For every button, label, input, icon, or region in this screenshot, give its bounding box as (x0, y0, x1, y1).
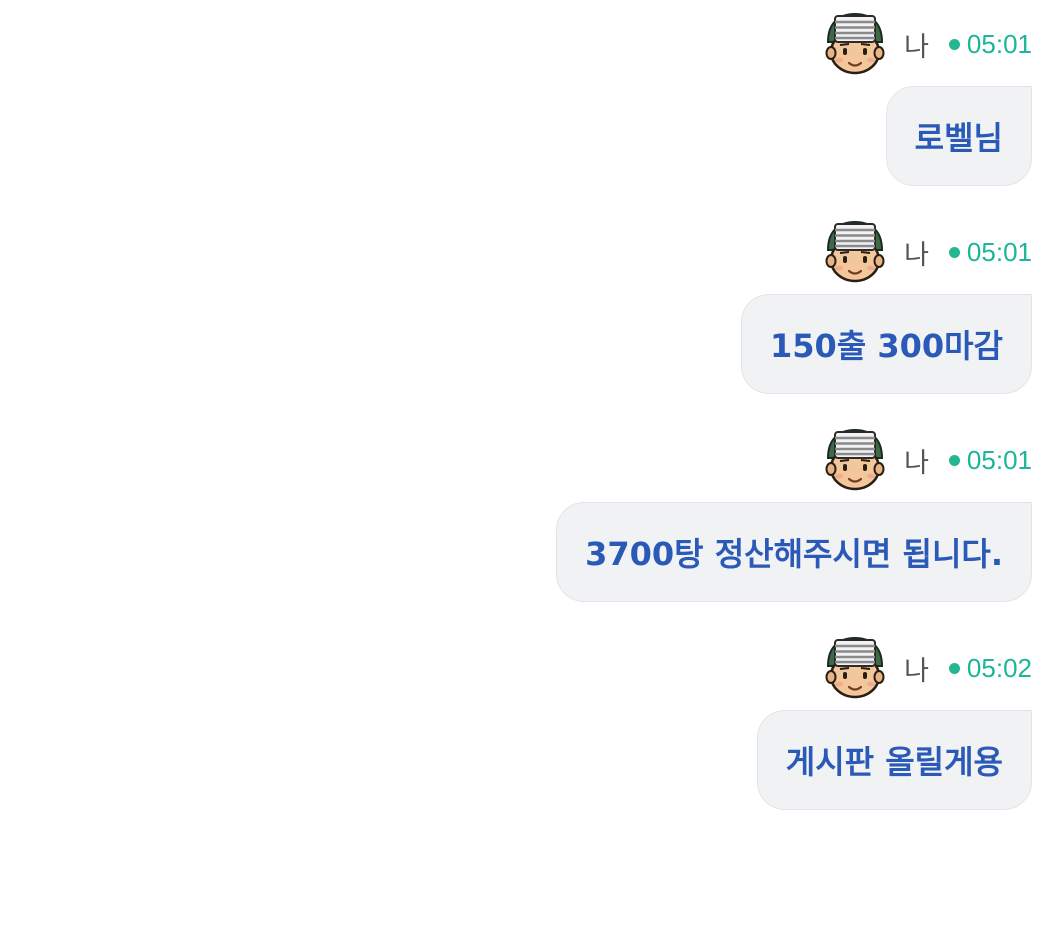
soldier-face-avatar-icon[interactable] (822, 220, 888, 284)
online-dot-icon (948, 246, 960, 258)
soldier-face-avatar-icon[interactable] (822, 428, 888, 492)
chat-message: 나 05:01 로벨님 (822, 12, 1032, 186)
message-header: 나 05:01 (822, 220, 1032, 284)
online-dot-icon (948, 38, 960, 50)
time-label: 05:02 (966, 652, 1032, 683)
message-time: 05:01 (948, 28, 1032, 60)
chat-thread: 나 05:01 로벨님 나 05:01 150출 300마감 나 05:01 3… (0, 0, 1056, 932)
message-bubble[interactable]: 150출 300마감 (740, 294, 1032, 394)
message-header: 나 05:01 (822, 428, 1032, 492)
message-header: 나 05:01 (822, 12, 1032, 76)
message-time: 05:01 (948, 236, 1032, 268)
time-label: 05:01 (966, 444, 1032, 475)
soldier-face-avatar-icon[interactable] (822, 12, 888, 76)
chat-message: 나 05:01 3700탕 정산해주시면 됩니다. (556, 428, 1032, 602)
sender-name: 나 (904, 239, 929, 271)
message-bubble[interactable]: 게시판 올릴게용 (756, 710, 1032, 810)
message-bubble[interactable]: 로벨님 (885, 86, 1032, 186)
message-bubble[interactable]: 3700탕 정산해주시면 됩니다. (556, 502, 1032, 602)
message-time: 05:02 (948, 652, 1032, 684)
message-time: 05:01 (948, 444, 1032, 476)
sender-name: 나 (904, 447, 929, 479)
chat-message: 나 05:01 150출 300마감 (740, 220, 1032, 394)
online-dot-icon (948, 454, 960, 466)
time-label: 05:01 (966, 236, 1032, 267)
sender-name: 나 (904, 655, 929, 687)
time-label: 05:01 (966, 28, 1032, 59)
message-header: 나 05:02 (822, 636, 1032, 700)
chat-message: 나 05:02 게시판 올릴게용 (756, 636, 1032, 810)
online-dot-icon (948, 662, 960, 674)
sender-name: 나 (904, 31, 929, 63)
soldier-face-avatar-icon[interactable] (822, 636, 888, 700)
